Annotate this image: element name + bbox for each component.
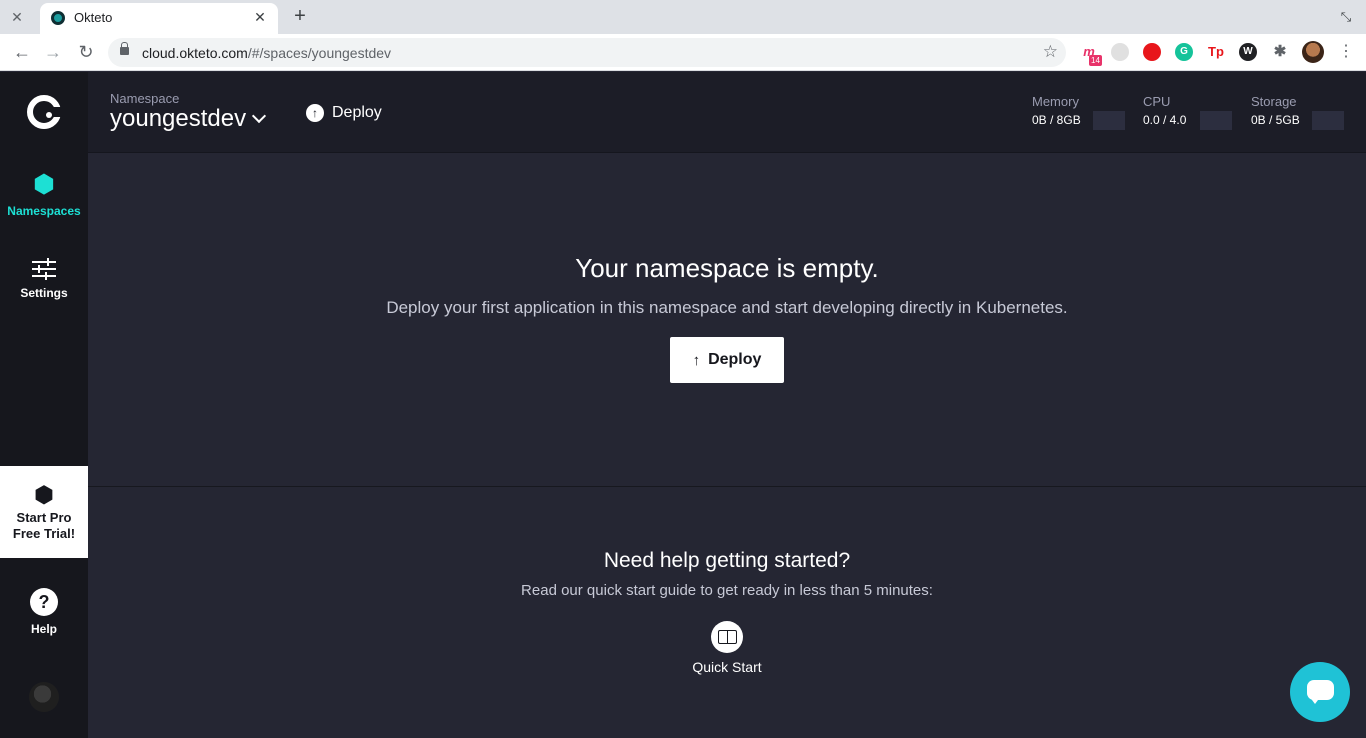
- sidebar-item-label: Namespaces: [7, 204, 81, 218]
- bookmark-star-icon[interactable]: ☆: [1043, 42, 1058, 62]
- metric-value: 0B / 8GB: [1032, 113, 1081, 127]
- help-section-subtitle: Read our quick start guide to get ready …: [521, 582, 933, 599]
- promo-line-2: Free Trial!: [12, 526, 76, 541]
- back-arrow-icon[interactable]: ←: [11, 41, 33, 63]
- header-deploy-label: Deploy: [332, 104, 382, 121]
- chevron-down-icon[interactable]: [251, 108, 267, 124]
- url-host: cloud.okteto.com: [142, 45, 248, 61]
- memory-metric: Memory 0B / 8GB: [1032, 94, 1125, 130]
- quick-start-label: Quick Start: [692, 659, 762, 675]
- profile-avatar[interactable]: [1302, 41, 1324, 63]
- deploy-button[interactable]: ↑ Deploy: [670, 337, 784, 383]
- tab-close-icon[interactable]: ✕: [251, 8, 269, 26]
- namespace-label: Namespace: [110, 91, 180, 106]
- okteto-logo[interactable]: [27, 95, 61, 129]
- storage-usage-bar: [1312, 111, 1344, 130]
- sidebar-item-namespaces[interactable]: ⬢ Namespaces: [0, 171, 88, 219]
- section-divider: [88, 486, 1366, 487]
- browser-tab[interactable]: Okteto ✕: [40, 3, 278, 34]
- extension-badge: 14: [1089, 55, 1102, 66]
- app-sidebar: ⬢ Namespaces Settings ⬢ Start Pro Free T…: [0, 72, 88, 738]
- chat-support-icon[interactable]: [1290, 662, 1350, 722]
- extension-adblock-icon[interactable]: [1143, 43, 1161, 61]
- extension-timer-icon[interactable]: [1111, 43, 1129, 61]
- book-icon: [711, 621, 743, 653]
- sidebar-item-label: Help: [30, 622, 57, 636]
- empty-state-title: Your namespace is empty.: [575, 253, 879, 283]
- header-deploy-button[interactable]: ↑ Deploy: [306, 102, 382, 124]
- memory-usage-bar: [1093, 111, 1125, 130]
- extension-wordpress-icon[interactable]: W: [1239, 43, 1257, 61]
- quick-start-link[interactable]: Quick Start: [677, 621, 777, 675]
- arrow-up-circle-icon: ↑: [306, 104, 324, 122]
- deploy-button-label: Deploy: [708, 351, 762, 368]
- extension-grammarly-icon[interactable]: G: [1175, 43, 1193, 61]
- hexagon-icon: ⬢: [34, 482, 54, 507]
- namespace-header: Namespace youngestdev ↑ Deploy Memory 0B…: [88, 72, 1366, 153]
- okteto-logo-dot: [46, 112, 52, 118]
- metric-label: Storage: [1251, 94, 1297, 109]
- browser-menu-icon[interactable]: ⋮: [1338, 42, 1354, 62]
- empty-state-subtitle: Deploy your first application in this na…: [386, 298, 1068, 317]
- browser-toolbar: ← → ↻ cloud.okteto.com/#/spaces/youngest…: [0, 34, 1366, 71]
- sliders-icon: [32, 258, 56, 280]
- metric-value: 0.0 / 4.0: [1143, 113, 1187, 127]
- storage-metric: Storage 0B / 5GB: [1251, 94, 1344, 130]
- sidebar-item-help[interactable]: ? Help: [0, 588, 88, 636]
- main-content: Your namespace is empty. Deploy your fir…: [88, 153, 1366, 738]
- metric-value: 0B / 5GB: [1251, 113, 1300, 127]
- help-section-title: Need help getting started?: [603, 549, 851, 572]
- forward-arrow-icon[interactable]: →: [42, 41, 64, 63]
- url-path: /#/spaces/youngestdev: [247, 45, 392, 61]
- close-icon[interactable]: ✕: [8, 8, 26, 26]
- lock-icon: [120, 42, 129, 55]
- help-question-icon: ?: [30, 588, 58, 616]
- promo-line-1: Start Pro: [16, 510, 72, 525]
- arrow-up-icon: ↑: [692, 351, 701, 369]
- hexagon-icon: ⬢: [33, 171, 55, 198]
- reload-icon[interactable]: ↻: [75, 41, 97, 63]
- metric-label: Memory: [1032, 94, 1079, 109]
- tab-title: Okteto: [74, 10, 113, 25]
- sidebar-item-label: Settings: [20, 286, 68, 300]
- user-avatar[interactable]: [29, 682, 59, 712]
- extension-tp-icon[interactable]: Tp: [1207, 43, 1225, 61]
- browser-tab-bar: ✕ Okteto ✕ + ⤡: [0, 0, 1366, 34]
- pro-trial-promo[interactable]: ⬢ Start Pro Free Trial!: [0, 466, 88, 558]
- metric-label: CPU: [1143, 94, 1171, 109]
- extensions-puzzle-icon[interactable]: ✱: [1271, 43, 1289, 61]
- minimize-window-icon[interactable]: ⤡: [1338, 9, 1354, 25]
- cpu-metric: CPU 0.0 / 4.0: [1143, 94, 1232, 130]
- sidebar-item-settings[interactable]: Settings: [0, 258, 88, 300]
- okteto-favicon-icon: [51, 11, 65, 25]
- url-text: cloud.okteto.com/#/spaces/youngestdev: [142, 45, 391, 61]
- cpu-usage-bar: [1200, 111, 1232, 130]
- namespace-selector[interactable]: youngestdev: [110, 105, 246, 133]
- new-tab-icon[interactable]: +: [290, 6, 310, 26]
- address-bar[interactable]: cloud.okteto.com/#/spaces/youngestdev ☆: [108, 38, 1066, 67]
